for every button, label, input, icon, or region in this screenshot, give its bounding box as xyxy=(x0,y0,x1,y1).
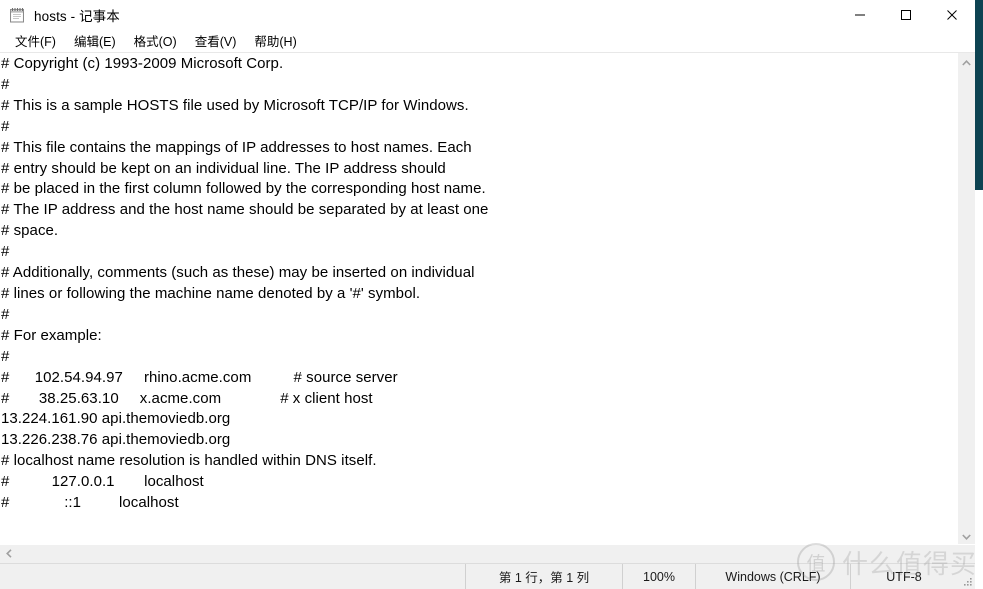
maximize-button[interactable] xyxy=(883,0,929,30)
scroll-left-button[interactable] xyxy=(0,545,17,562)
horizontal-scroll-thumb[interactable] xyxy=(34,545,964,563)
menu-view[interactable]: 查看(V) xyxy=(186,29,246,53)
horizontal-scrollbar[interactable] xyxy=(0,544,975,563)
vertical-scroll-thumb[interactable] xyxy=(958,70,975,510)
close-icon xyxy=(946,9,958,21)
title-bar[interactable]: hosts - 记事本 xyxy=(0,0,975,30)
caption-button-group xyxy=(837,0,975,30)
minimize-icon xyxy=(854,9,866,21)
title-bar-left: hosts - 记事本 xyxy=(0,5,120,25)
chevron-left-icon xyxy=(5,545,12,563)
notepad-icon xyxy=(9,7,26,24)
maximize-icon xyxy=(900,9,912,21)
menu-help[interactable]: 帮助(H) xyxy=(245,29,305,53)
chevron-up-icon xyxy=(962,53,971,71)
scroll-up-button[interactable] xyxy=(958,53,975,70)
text-editor-area[interactable]: # Copyright (c) 1993-2009 Microsoft Corp… xyxy=(0,53,957,544)
status-line-ending[interactable]: Windows (CRLF) xyxy=(695,564,850,589)
notepad-window: hosts - 记事本 文件(F) 编辑(E) 格式(O) 查看(V) 帮助(H… xyxy=(0,0,975,589)
window-title: hosts - 记事本 xyxy=(34,9,120,24)
status-zoom-level[interactable]: 100% xyxy=(622,564,695,589)
menu-file[interactable]: 文件(F) xyxy=(6,29,65,53)
status-encoding[interactable]: UTF-8 xyxy=(850,564,957,589)
hosts-file-text[interactable]: # Copyright (c) 1993-2009 Microsoft Corp… xyxy=(1,54,957,544)
status-line-column: 第 1 行，第 1 列 xyxy=(465,564,622,589)
resize-grip-icon[interactable] xyxy=(957,564,975,589)
scroll-down-button[interactable] xyxy=(958,527,975,544)
status-bar: 第 1 行，第 1 列 100% Windows (CRLF) UTF-8 xyxy=(0,563,975,589)
menu-edit[interactable]: 编辑(E) xyxy=(65,29,125,53)
horizontal-scroll-track[interactable] xyxy=(17,545,964,563)
close-button[interactable] xyxy=(929,0,975,30)
status-bar-spacer xyxy=(0,564,465,589)
desktop-background-strip xyxy=(974,0,983,190)
minimize-button[interactable] xyxy=(837,0,883,30)
editor-row: # Copyright (c) 1993-2009 Microsoft Corp… xyxy=(0,53,975,544)
vertical-scrollbar[interactable] xyxy=(957,53,975,544)
menu-bar: 文件(F) 编辑(E) 格式(O) 查看(V) 帮助(H) xyxy=(0,30,975,53)
menu-format[interactable]: 格式(O) xyxy=(125,29,186,53)
chevron-down-icon xyxy=(962,527,971,545)
